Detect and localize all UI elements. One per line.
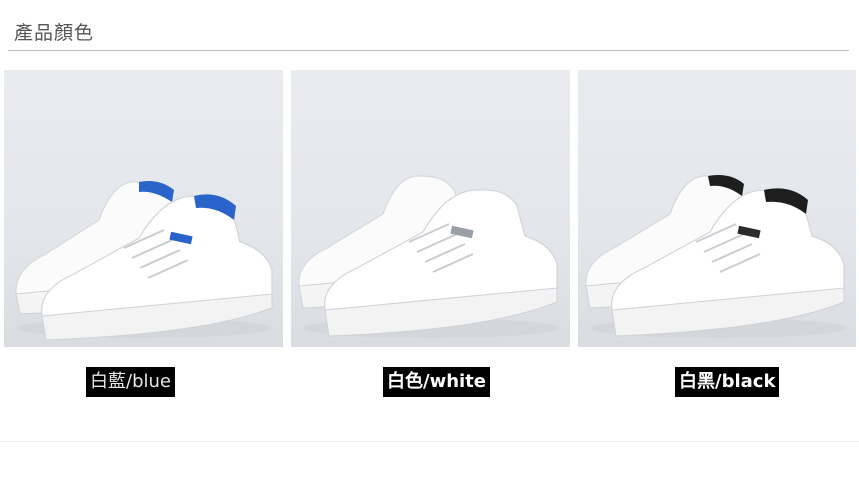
product-image-black[interactable] (578, 70, 856, 347)
product-image-white[interactable] (291, 70, 570, 347)
color-label-black: 白黑/black (675, 367, 780, 397)
sneaker-pair-blue-image (15, 181, 273, 341)
sneaker-pair-white-image (298, 175, 559, 338)
header-divider (8, 50, 849, 51)
section-title: 產品顏色 (14, 22, 95, 44)
product-image-blue[interactable] (4, 70, 283, 347)
color-label-white: 白色/white (383, 367, 490, 397)
color-label-blue: 白藍/blue (86, 367, 175, 397)
sneaker-pair-black-image (585, 175, 846, 338)
section-divider (0, 441, 859, 442)
